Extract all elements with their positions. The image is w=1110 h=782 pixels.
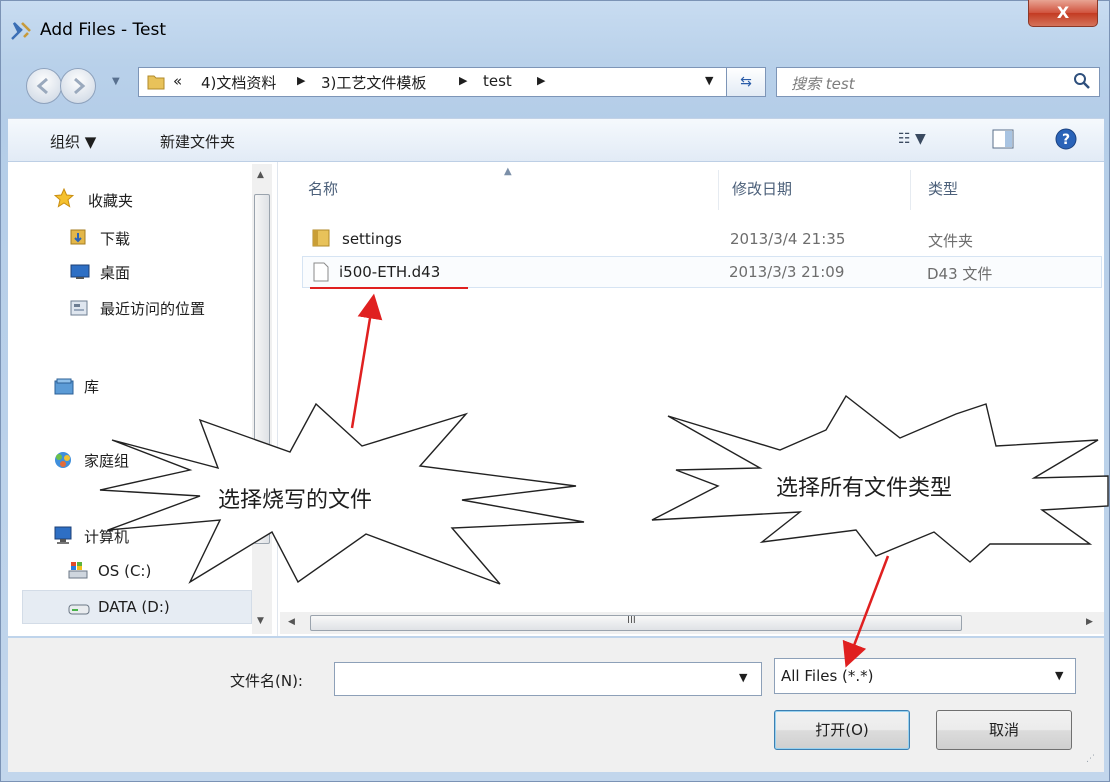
right-callout-text: 选择所有文件类型 (776, 476, 953, 501)
pointer-arrow (842, 555, 890, 668)
annotation-overlay (99, 287, 1109, 668)
left-callout-text: 选择烧写的文件 (218, 488, 373, 513)
pointer-arrow (350, 293, 383, 429)
